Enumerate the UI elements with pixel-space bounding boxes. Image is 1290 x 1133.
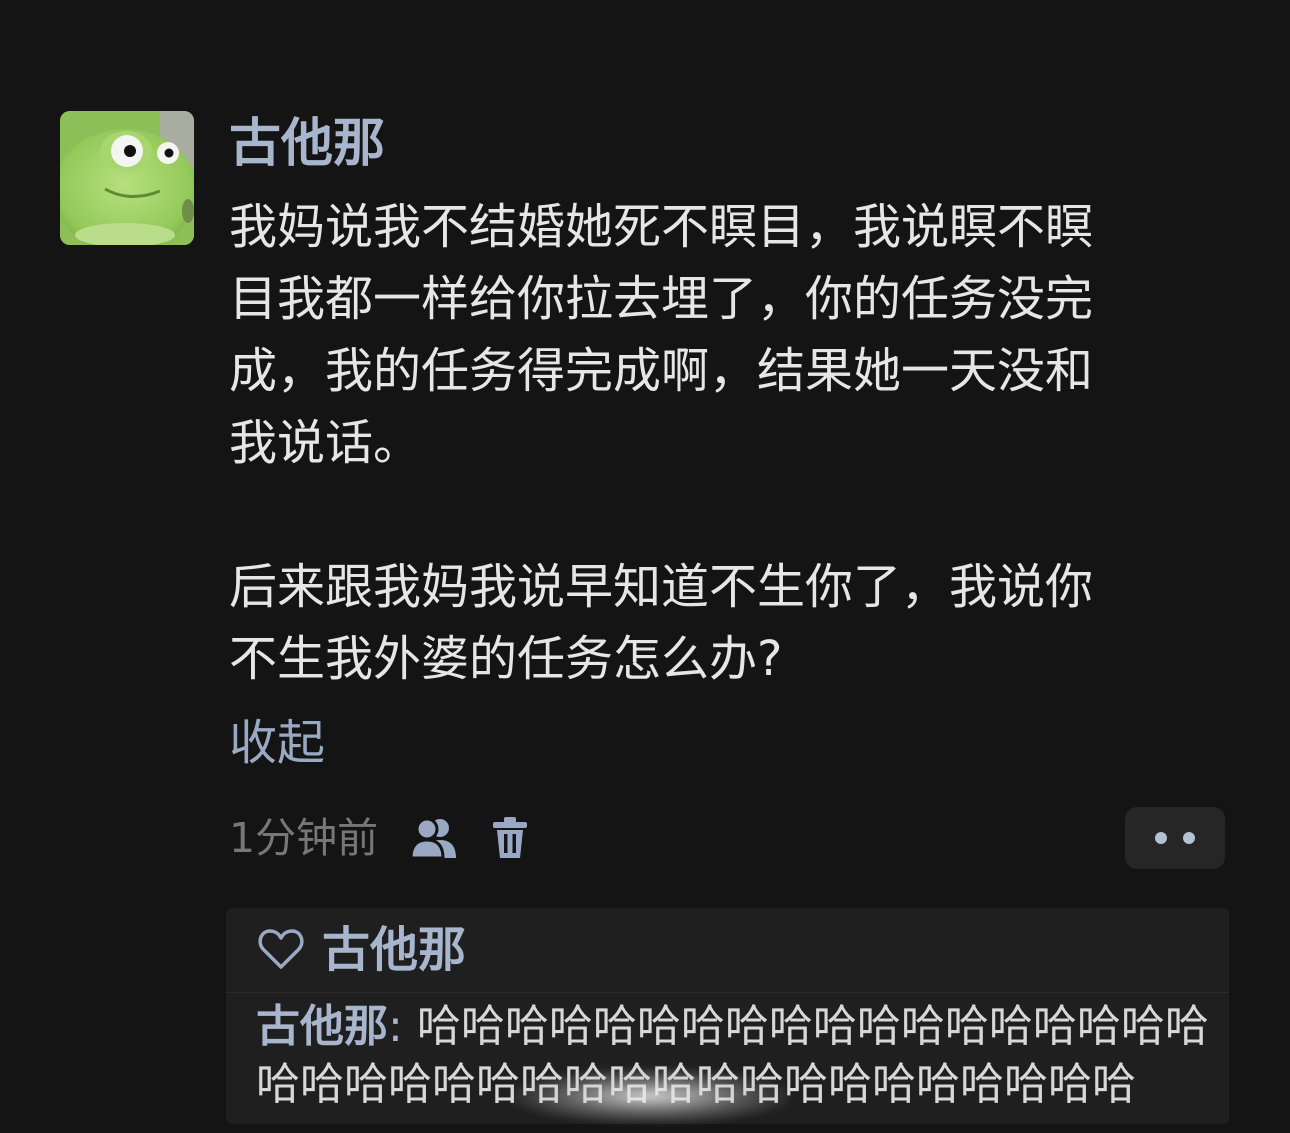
post-line: 不生我外婆的任务怎么办? (229, 631, 783, 687)
more-button[interactable] (1125, 807, 1225, 869)
post-author-name[interactable]: 古他那 (229, 112, 385, 176)
collapse-link[interactable]: 收起 (229, 711, 325, 775)
frog-avatar-icon (60, 111, 194, 245)
people-icon[interactable] (409, 816, 460, 864)
reply-author[interactable]: 古他那 (256, 1001, 388, 1052)
reply-colon: : (388, 1001, 403, 1052)
heart-outline-icon[interactable] (258, 928, 304, 974)
post-body: 我妈说我不结婚她死不瞑目，我说瞑不瞑 目我都一样给你拉去埋了，你的任务没完 成，… (229, 191, 1199, 695)
post-line: 成，我的任务得完成啊，结果她一天没和 (229, 343, 1094, 399)
more-dots-icon (1155, 832, 1195, 844)
post-line: 我说话。 (229, 415, 422, 471)
trash-icon[interactable] (491, 815, 529, 865)
post-line: 后来跟我妈我说早知道不生你了，我说你 (229, 559, 1094, 615)
post-line: 目我都一样给你拉去埋了，你的任务没完 (229, 271, 1094, 327)
user-avatar[interactable] (60, 111, 194, 245)
likes-row: 古他那 (226, 908, 1229, 993)
blur-artifact (510, 1068, 790, 1124)
post-line: 我妈说我不结婚她死不瞑目，我说瞑不瞑 (229, 199, 1094, 255)
liker-name[interactable]: 古他那 (322, 920, 466, 980)
post-timestamp: 1分钟前 (229, 814, 379, 862)
